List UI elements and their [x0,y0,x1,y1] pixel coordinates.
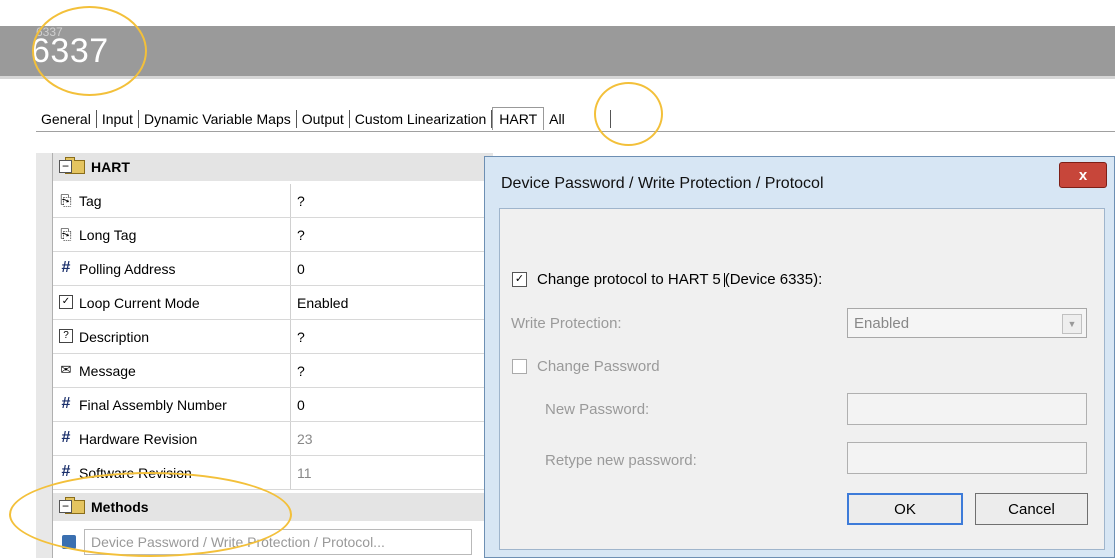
tab-baseline [36,131,1115,132]
header-top [0,0,1115,26]
change-password-label: Change Password [537,358,660,375]
row-name: Tag [79,192,102,209]
write-protection-label: Write Protection: [511,315,622,332]
row-value: 23 [297,430,313,447]
category-hart[interactable]: HART [53,153,493,181]
tab-input[interactable]: Input [97,110,139,128]
change-password-checkbox[interactable] [512,359,527,374]
grid-row-loop-current-mode[interactable]: ✓ Loop Current Mode Enabled [53,286,493,320]
tab-hart[interactable]: HART [492,106,545,130]
row-value[interactable]: ? [291,193,305,209]
row-value[interactable]: 0 [291,397,305,413]
chevron-down-icon: ▼ [1062,314,1082,334]
row-name: Hardware Revision [79,430,198,447]
row-name: Message [79,362,136,379]
highlight-title-circle [32,6,147,96]
collapse-hart-button[interactable]: − [59,160,72,173]
header-divider [0,76,1115,79]
row-name: Long Tag [79,226,137,243]
tab-output[interactable]: Output [297,110,350,128]
envelope-icon: ✉ [60,362,72,377]
grid-row-hardware-revision: # Hardware Revision 23 [53,422,493,456]
hash-icon: # [61,395,71,412]
change-protocol-row[interactable]: ✓ Change protocol to HART 5 (Device 6335… [512,271,822,288]
row-value[interactable]: 0 [291,261,305,277]
write-protection-select[interactable]: Enabled ▼ [847,308,1087,338]
dialog-title: Device Password / Write Protection / Pro… [501,175,824,192]
row-name: Description [79,328,150,345]
change-protocol-suffix: (Device 6335): [724,271,823,288]
row-name: Loop Current Mode [79,294,200,311]
hash-icon: # [61,429,71,446]
hash-icon: # [61,259,71,276]
category-hart-label: HART [91,159,130,175]
tab-custom-linearization[interactable]: Custom Linearization [350,110,493,128]
row-value: 11 [297,464,312,481]
clip-icon: ⎘ [60,226,72,242]
retype-password-field[interactable] [847,442,1087,474]
change-protocol-label: Change protocol to HART 5 [537,271,721,288]
description-icon: ? [59,329,73,343]
ok-button[interactable]: OK [847,493,963,525]
row-name: Final Assembly Number [79,396,227,413]
grid-row-polling-address[interactable]: # Polling Address 0 [53,252,493,286]
header-band [0,26,1115,76]
change-password-row[interactable]: Change Password [512,358,660,375]
grid-row-tag[interactable]: ⎘ Tag ? [53,184,493,218]
clip-icon: ⎘ [60,192,72,208]
tab-bar: General Input Dynamic Variable Maps Outp… [36,106,611,131]
grid-row-description[interactable]: ? Description ? [53,320,493,354]
tab-general[interactable]: General [36,110,97,128]
change-protocol-checkbox[interactable]: ✓ [512,272,527,287]
retype-password-label: Retype new password: [545,452,697,469]
grid-row-final-assembly-number[interactable]: # Final Assembly Number 0 [53,388,493,422]
highlight-methods-circle [9,472,292,557]
grid-row-message[interactable]: ✉ Message ? [53,354,493,388]
row-value[interactable]: ? [291,363,305,379]
new-password-field[interactable] [847,393,1087,425]
row-name: Polling Address [79,260,176,277]
close-button[interactable]: x [1059,162,1107,188]
write-protection-value: Enabled [854,314,910,332]
row-value[interactable]: ? [291,329,305,345]
grid-row-long-tag[interactable]: ⎘ Long Tag ? [53,218,493,252]
row-value[interactable]: ? [291,227,305,243]
hash-icon: # [61,463,71,480]
checkbox-icon: ✓ [59,295,73,309]
cancel-button[interactable]: Cancel [975,493,1088,525]
new-password-label: New Password: [545,401,650,418]
row-value[interactable]: Enabled [291,295,348,311]
highlight-hart-tab-circle [594,82,663,146]
tab-all[interactable]: All [544,110,570,128]
tab-dynamic-variable-maps[interactable]: Dynamic Variable Maps [139,110,297,128]
